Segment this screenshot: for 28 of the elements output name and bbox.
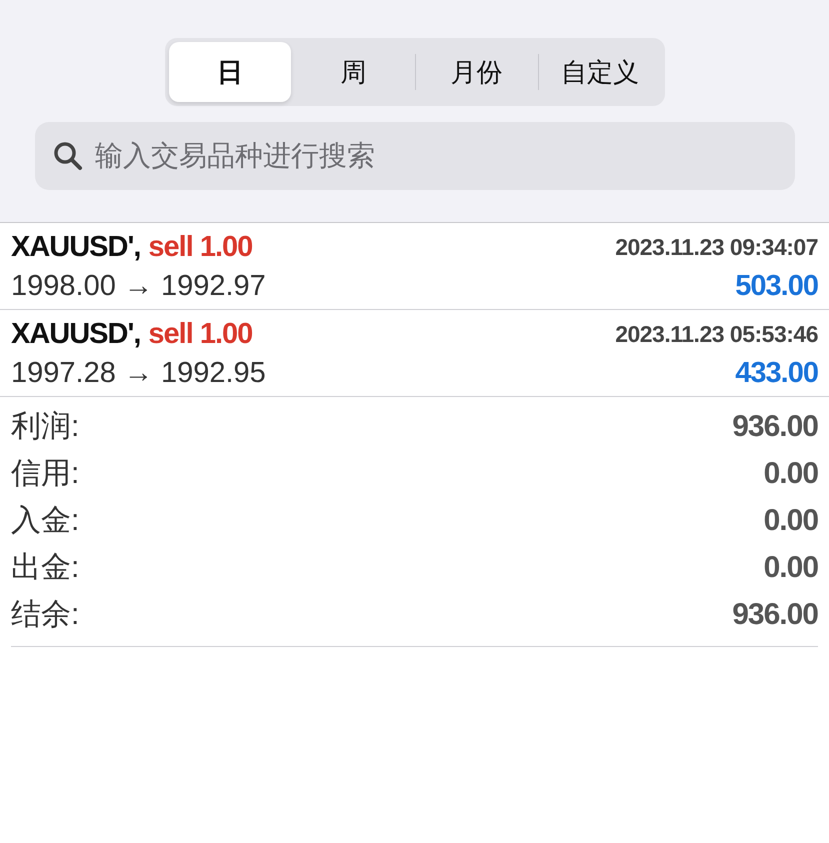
trade-row[interactable]: XAUUSD', sell 1.00 2023.11.23 05:53:46 1997.28 → 1992.95 433.00 <box>0 310 829 397</box>
segment-tab[interactable]: 日 <box>169 42 292 102</box>
symbol-text: XAUUSD', <box>11 231 140 263</box>
summary-label: 利润: <box>11 409 80 445</box>
time-text: 2023.11.23 09:34:07 <box>615 234 818 261</box>
search-field[interactable]: 输入交易品种进行搜索 <box>35 122 795 190</box>
summary-value: 936.00 <box>732 598 818 632</box>
profit-text: 503.00 <box>735 270 818 303</box>
summary-label: 出金: <box>11 550 80 586</box>
trade-row[interactable]: XAUUSD', sell 1.00 2023.11.23 09:34:07 1998.00 → 1992.97 503.00 <box>0 223 829 310</box>
order-text: sell 1.00 <box>148 318 252 350</box>
summary-value: 936.00 <box>732 410 818 444</box>
segment-tab[interactable]: 周 <box>292 42 414 102</box>
symbol-text: XAUUSD', <box>11 318 140 350</box>
segment-tab[interactable]: 自定义 <box>538 42 661 102</box>
summary-label: 信用: <box>11 456 80 492</box>
search-icon <box>53 141 83 171</box>
summary-value: 0.00 <box>764 504 818 538</box>
time-text: 2023.11.23 05:53:46 <box>615 321 818 348</box>
profit-text: 433.00 <box>735 357 818 390</box>
order-text: sell 1.00 <box>148 231 252 263</box>
summary-value: 0.00 <box>764 456 818 490</box>
segment-tab[interactable]: 月份 <box>416 42 538 102</box>
summary-label: 入金: <box>11 503 80 539</box>
price-text: 1998.00 → 1992.97 <box>11 270 266 303</box>
price-text: 1997.28 → 1992.95 <box>11 357 266 390</box>
summary-value: 0.00 <box>764 550 818 584</box>
summary-label: 结余: <box>11 597 80 633</box>
